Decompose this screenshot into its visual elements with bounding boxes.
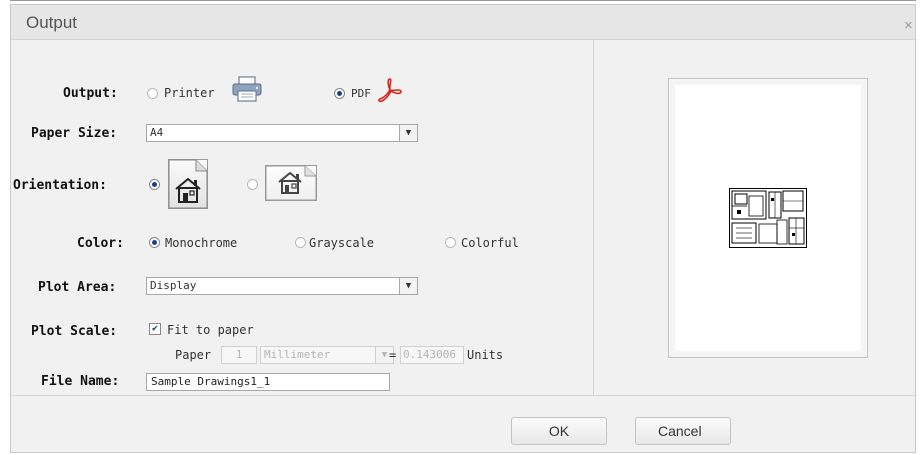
plot-area-label: Plot Area:	[38, 280, 117, 295]
settings-panel: Output: Printer PDF Paper Size: A4 ▼ Ori…	[11, 40, 593, 395]
plot-area-value: Display	[150, 279, 197, 292]
printer-icon	[231, 76, 263, 106]
preview-panel	[593, 40, 916, 395]
dialog-titlebar: Output	[11, 5, 915, 40]
orientation-portrait-radio[interactable]	[149, 179, 160, 190]
chevron-down-icon[interactable]: ▼	[399, 125, 417, 141]
scale-units-label: Units	[467, 348, 504, 362]
file-name-input[interactable]: Sample Drawings1_1	[146, 373, 390, 391]
output-pdf-label[interactable]: PDF	[351, 87, 371, 100]
preview-frame	[668, 78, 868, 358]
portrait-house-icon	[168, 159, 208, 209]
orientation-label: Orientation:	[13, 178, 107, 193]
close-icon[interactable]: ×	[904, 17, 913, 34]
orientation-portrait-button[interactable]	[168, 159, 208, 209]
drawing-thumbnail	[729, 188, 807, 248]
orientation-landscape-radio[interactable]	[247, 179, 258, 190]
pdf-icon	[377, 77, 403, 107]
color-label: Color:	[77, 236, 124, 251]
output-pdf-radio[interactable]	[334, 88, 345, 99]
paper-size-label: Paper Size:	[31, 126, 118, 141]
paper-size-select[interactable]: A4 ▼	[146, 124, 418, 142]
color-grayscale-label[interactable]: Grayscale	[309, 236, 374, 250]
scale-paper-input[interactable]: 1	[221, 346, 257, 364]
chevron-down-icon[interactable]: ▼	[399, 278, 417, 294]
dialog-title: Output	[26, 13, 78, 32]
color-colorful-radio[interactable]	[445, 237, 456, 248]
window-top-border	[10, 0, 916, 1]
color-colorful-label[interactable]: Colorful	[461, 236, 519, 250]
output-printer-label[interactable]: Printer	[164, 86, 215, 100]
scale-unit-value: Millimeter	[264, 348, 331, 361]
fit-to-paper-checkbox[interactable]: ✔	[149, 323, 161, 335]
scale-unit-select[interactable]: Millimeter ▼	[260, 346, 394, 364]
plot-scale-label: Plot Scale:	[31, 324, 118, 339]
color-monochrome-radio[interactable]	[149, 237, 160, 248]
scale-equals: =	[389, 348, 397, 362]
color-grayscale-radio[interactable]	[295, 237, 306, 248]
scale-paper-label: Paper	[175, 348, 212, 362]
plot-area-select[interactable]: Display ▼	[146, 277, 418, 295]
paper-size-value: A4	[150, 126, 164, 139]
file-name-label: File Name:	[41, 374, 120, 389]
output-dialog: Output × Output: Printer PDF Paper Size:	[10, 4, 916, 453]
output-label: Output:	[63, 86, 118, 101]
output-printer-radio[interactable]	[147, 88, 158, 99]
landscape-house-icon	[265, 165, 317, 201]
dialog-footer: OK Cancel	[11, 395, 915, 452]
fit-to-paper-label[interactable]: Fit to paper	[167, 323, 254, 337]
cancel-button[interactable]: Cancel	[635, 417, 731, 445]
orientation-landscape-button[interactable]	[265, 165, 317, 201]
color-monochrome-label[interactable]: Monochrome	[165, 236, 237, 250]
scale-units-input[interactable]: 0.143006	[400, 346, 464, 364]
ok-button[interactable]: OK	[511, 417, 607, 445]
preview-page	[675, 85, 861, 351]
